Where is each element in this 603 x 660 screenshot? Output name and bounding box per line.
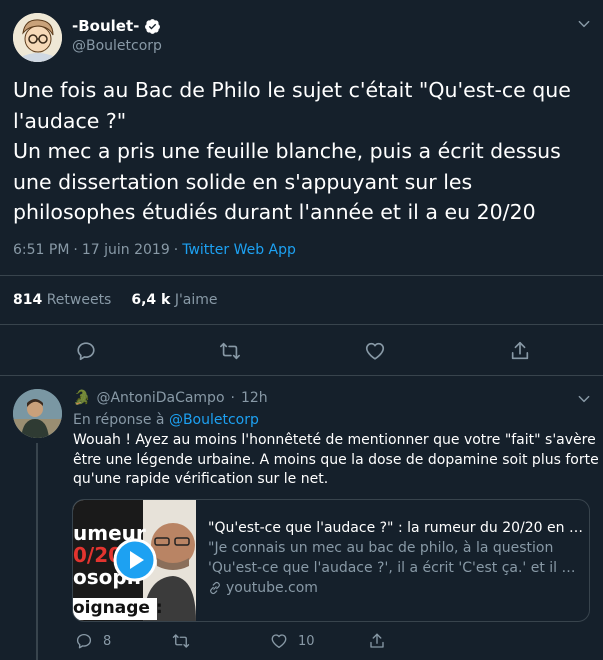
tweet-text-line: philosophes étudiés durant l'année et il… bbox=[13, 200, 536, 224]
card-thumbnail: umeur 0/20 osoph oignage : bbox=[73, 500, 196, 621]
card-description: "Je connais un mec au bac de philo, à la… bbox=[208, 538, 583, 578]
avatar-photo bbox=[13, 389, 62, 438]
tweet-text: Une fois au Bac de Philo le sujet c'étai… bbox=[13, 75, 591, 228]
main-tweet-header: -Boulet- @Bouletcorp bbox=[13, 13, 591, 63]
avatar[interactable] bbox=[13, 389, 62, 438]
like-icon[interactable] bbox=[364, 340, 386, 362]
reply-icon[interactable] bbox=[75, 340, 97, 362]
avatar[interactable] bbox=[13, 13, 62, 62]
tweet-text-line: l'audace ?" bbox=[13, 108, 127, 133]
thumb-text: oignage : bbox=[73, 598, 163, 618]
like-icon[interactable] bbox=[270, 632, 288, 650]
play-icon[interactable] bbox=[113, 538, 157, 582]
separator: · bbox=[73, 242, 78, 258]
card-description-line: 'Qu'est-ce que l'audace ?', il a écrit '… bbox=[208, 560, 583, 576]
divider bbox=[0, 375, 603, 376]
chevron-down-icon[interactable] bbox=[577, 392, 591, 406]
reply-text-line: Wouah ! Ayez au moins l'honnêteté de men… bbox=[73, 432, 596, 448]
tweet-time[interactable]: 6:51 PM bbox=[13, 242, 69, 258]
retweets-label: Retweets bbox=[46, 292, 112, 308]
retweet-icon[interactable] bbox=[172, 632, 190, 650]
reply-text: Wouah ! Ayez au moins l'honnêteté de men… bbox=[73, 431, 599, 490]
likes-stat[interactable]: 6,4 k J'aime bbox=[131, 292, 217, 308]
chevron-down-icon[interactable] bbox=[577, 17, 591, 31]
link-icon bbox=[210, 581, 220, 595]
separator: · bbox=[230, 390, 235, 406]
separator: · bbox=[173, 242, 179, 258]
retweets-stat[interactable]: 814 Retweets bbox=[13, 292, 111, 308]
tweet-stats: 814 Retweets 6,4 k J'aime bbox=[13, 292, 218, 308]
tweet-date[interactable]: 17 juin 2019 bbox=[82, 242, 170, 258]
divider bbox=[0, 324, 603, 325]
tweet-text-line: une dissertation solide en s'appuyant su… bbox=[13, 169, 473, 194]
reply-text-line: qu'une rapide vérification sur le net. bbox=[73, 471, 329, 487]
handle[interactable]: @Bouletcorp bbox=[72, 38, 162, 54]
reply-to-handle[interactable]: @Bouletcorp bbox=[169, 412, 259, 428]
tweet-meta: 6:51 PM · 17 juin 2019 · Twitter Web App bbox=[13, 242, 296, 258]
reply-actions: 8 10 bbox=[0, 632, 603, 654]
share-action[interactable] bbox=[368, 632, 386, 650]
reply-text-line: être une légende urbaine. A moins que la… bbox=[73, 451, 599, 468]
share-icon[interactable] bbox=[368, 632, 386, 650]
divider bbox=[0, 275, 603, 276]
card-title: "Qu'est-ce que l'audace ?" : la rumeur d… bbox=[208, 520, 583, 536]
verified-icon bbox=[145, 18, 161, 34]
user-emoji: 🐊 bbox=[73, 390, 91, 406]
tweet-source[interactable]: Twitter Web App bbox=[182, 242, 296, 258]
reply-count: 8 bbox=[103, 633, 112, 649]
card-domain: youtube.com bbox=[208, 578, 583, 598]
avatar-illustration bbox=[13, 13, 62, 62]
share-icon[interactable] bbox=[509, 340, 531, 362]
retweet-icon[interactable] bbox=[219, 340, 241, 362]
card-description-line: "Je connais un mec au bac de philo, à la… bbox=[208, 540, 554, 556]
card-body: "Qu'est-ce que l'audace ?" : la rumeur d… bbox=[208, 518, 583, 598]
handle[interactable]: @AntoniDaCampo bbox=[96, 390, 224, 406]
likes-count: 6,4 k bbox=[131, 292, 171, 308]
card-domain-text: youtube.com bbox=[226, 580, 318, 596]
tweet-actions bbox=[0, 340, 603, 364]
time-ago[interactable]: 12h bbox=[241, 390, 268, 406]
tweet-text-line: Un mec a pris une feuille blanche, puis … bbox=[13, 139, 561, 163]
reply-header: 🐊 @AntoniDaCampo · 12h bbox=[73, 390, 268, 406]
tweet-text-line: Une fois au Bac de Philo le sujet c'étai… bbox=[13, 78, 571, 102]
reply-action[interactable]: 8 bbox=[75, 632, 111, 650]
like-count: 10 bbox=[298, 633, 315, 649]
reply-to: En réponse à @Bouletcorp bbox=[73, 412, 259, 428]
display-name[interactable]: -Boulet- bbox=[72, 17, 139, 35]
like-action[interactable]: 10 bbox=[270, 632, 315, 650]
retweet-action[interactable] bbox=[172, 632, 200, 650]
reply-to-label: En réponse à bbox=[73, 412, 165, 428]
reply-icon[interactable] bbox=[75, 632, 93, 650]
likes-label: J'aime bbox=[174, 292, 218, 308]
thread-line bbox=[36, 443, 38, 660]
link-card[interactable]: umeur 0/20 osoph oignage : "Qu'est-ce qu… bbox=[72, 499, 590, 622]
display-name-row[interactable]: -Boulet- bbox=[72, 17, 161, 35]
retweets-count: 814 bbox=[13, 292, 43, 308]
